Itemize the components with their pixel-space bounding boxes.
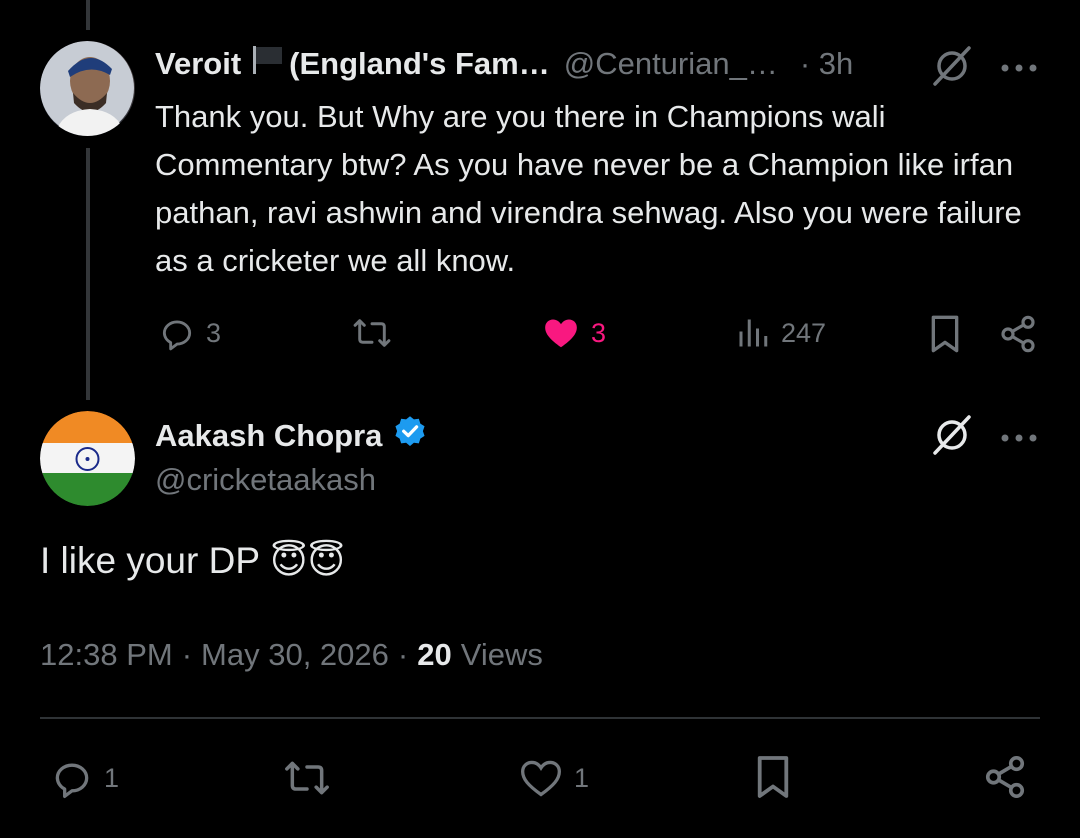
- like-icon: [521, 760, 561, 797]
- reply-retweet-button[interactable]: [352, 314, 392, 352]
- main-header: Aakash Chopra: [155, 414, 428, 458]
- thread-line-connector: [86, 148, 90, 400]
- reply-display-name-rest[interactable]: (England's Fam…: [289, 46, 550, 82]
- reply-share-icon[interactable]: [998, 314, 1038, 359]
- divider: [40, 717, 1040, 719]
- reply-bookmark-icon[interactable]: [928, 314, 962, 359]
- main-date[interactable]: May 30, 2026: [201, 637, 389, 673]
- thread-line-top: [86, 0, 90, 30]
- main-display-name[interactable]: Aakash Chopra: [155, 418, 382, 454]
- more-icon[interactable]: [1000, 60, 1038, 78]
- reply-time[interactable]: · 3h: [800, 46, 853, 82]
- reply-reply-button[interactable]: 3: [158, 314, 221, 352]
- flag-icon: [251, 44, 285, 84]
- reply-icon: [162, 320, 192, 351]
- main-views-label: Views: [460, 637, 543, 672]
- reply-views-count: 247: [781, 317, 827, 348]
- main-like-button[interactable]: 1: [518, 756, 589, 800]
- main-text: I like your DP 😇😇: [40, 540, 345, 582]
- main-reply-button[interactable]: 1: [50, 756, 119, 800]
- reply-text: Thank you. But Why are you there in Cham…: [155, 99, 1022, 278]
- main-meta: 12:38 PM · May 30, 2026 · 20 Views: [40, 637, 543, 673]
- reply-views-button[interactable]: 247: [735, 314, 826, 352]
- main-like-count: 1: [574, 762, 590, 793]
- main-bookmark-icon[interactable]: [754, 754, 792, 805]
- reply-header: Veroit (England's Fam… @Centurian_… · 3h: [155, 44, 1035, 84]
- verified-icon: [392, 414, 428, 458]
- meta-separator-1: ·: [181, 637, 193, 672]
- reply-avatar[interactable]: [40, 41, 135, 136]
- like-icon: [545, 319, 577, 348]
- meta-separator-2: ·: [397, 637, 409, 672]
- halo-emoji: 😇😇: [270, 540, 346, 581]
- main-grok-icon[interactable]: [930, 413, 974, 462]
- main-text-content: I like your DP: [40, 540, 261, 581]
- main-more-icon[interactable]: [1000, 430, 1038, 448]
- retweet-icon: [285, 761, 329, 795]
- main-avatar[interactable]: [40, 411, 135, 506]
- reply-display-name[interactable]: Veroit: [155, 46, 241, 82]
- main-time[interactable]: 12:38 PM: [40, 637, 173, 673]
- main-retweet-button[interactable]: [283, 756, 331, 800]
- reply-reply-count: 3: [206, 317, 222, 348]
- grok-icon[interactable]: [930, 44, 974, 93]
- reply-like-count: 3: [591, 317, 607, 348]
- reply-icon: [55, 763, 89, 798]
- views-icon: [739, 319, 768, 347]
- main-reply-count: 1: [104, 762, 120, 793]
- main-views-count[interactable]: 20: [417, 637, 451, 673]
- retweet-icon: [353, 319, 391, 347]
- reply-handle[interactable]: @Centurian_…: [564, 46, 778, 82]
- main-share-icon[interactable]: [982, 754, 1028, 805]
- reply-like-button[interactable]: 3: [541, 314, 606, 352]
- main-handle[interactable]: @cricketaakash: [155, 462, 376, 498]
